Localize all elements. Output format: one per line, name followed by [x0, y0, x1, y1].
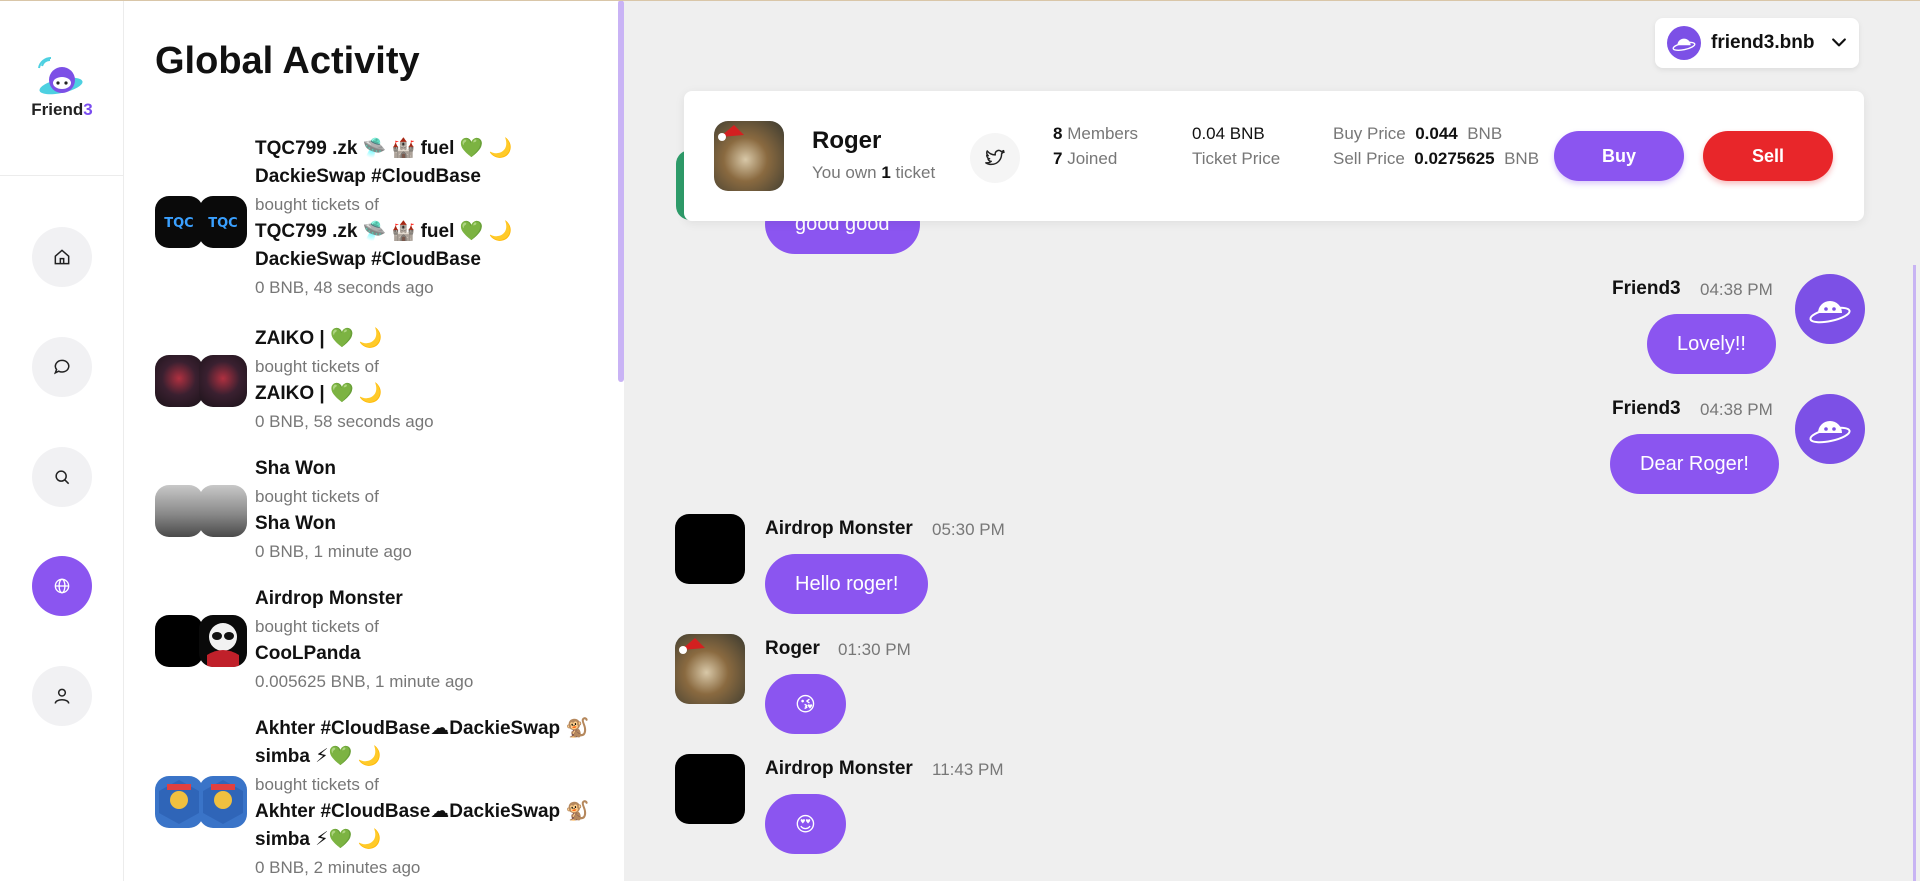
globe-icon: [54, 578, 70, 594]
sell-button[interactable]: Sell: [1703, 131, 1833, 181]
message-sender[interactable]: Roger: [765, 638, 820, 660]
subject-name[interactable]: ZAIKO | 💚 🌙: [255, 380, 615, 408]
friend3-bot-icon: [1672, 38, 1696, 51]
page-title: Global Activity: [155, 40, 420, 82]
message-bubble: Lovely!!: [1647, 314, 1776, 374]
ticket-ownership: You own 1 ticket: [812, 163, 936, 182]
message-sender[interactable]: Friend3: [1612, 278, 1681, 300]
message-sender[interactable]: Airdrop Monster: [765, 758, 913, 780]
svg-text:TQC: TQC: [208, 216, 237, 231]
ticket-price-stat: 0.04 BNB Ticket Price: [1192, 124, 1281, 168]
avatar[interactable]: [675, 754, 745, 824]
avatar: TQC: [199, 196, 247, 248]
activity-action: bought tickets of: [255, 487, 379, 506]
avatar: [199, 615, 247, 667]
message-time: 01:30 PM: [838, 640, 911, 659]
avatar: [155, 776, 203, 828]
message-bubble: 😘: [765, 674, 846, 734]
price-stat: Buy Price 0.044 BNB Sell Price 0.0275625…: [1333, 124, 1540, 168]
message-time: 05:30 PM: [932, 520, 1005, 539]
avatar: [155, 355, 203, 407]
roger-avatar[interactable]: [714, 121, 784, 191]
nav-home-button[interactable]: [32, 227, 92, 287]
subject-name[interactable]: Akhter #CloudBase☁DackieSwap 🐒simba ⚡💚 🌙: [255, 798, 615, 854]
logo[interactable]: Friend3: [0, 0, 124, 176]
svg-text:TQC: TQC: [164, 216, 193, 231]
message-time: 04:38 PM: [1700, 400, 1773, 419]
user-icon: [54, 688, 70, 704]
top-border: [0, 0, 1920, 1]
activity-meta: 0 BNB, 2 minutes ago: [255, 858, 421, 877]
activity-meta: 0 BNB, 58 seconds ago: [255, 412, 434, 431]
activity-meta: 0 BNB, 1 minute ago: [255, 542, 412, 561]
buyer-name[interactable]: Sha Won: [255, 455, 615, 483]
message-time: 04:38 PM: [1700, 280, 1773, 299]
twitter-icon: [985, 149, 1005, 166]
activity-action: bought tickets of: [255, 617, 379, 636]
buyer-name[interactable]: TQC799 .zk 🛸 🏰 fuel 💚 🌙 DackieSwap #Clou…: [255, 135, 615, 191]
buy-button[interactable]: Buy: [1554, 131, 1684, 181]
friend3-bot-icon: [1809, 301, 1851, 324]
avatar: TQC: [155, 196, 203, 248]
activity-action: bought tickets of: [255, 357, 379, 376]
avatar: [199, 355, 247, 407]
friend3-avatar[interactable]: [1795, 274, 1865, 344]
avatar: [199, 485, 247, 537]
subject-name[interactable]: Sha Won: [255, 510, 615, 538]
avatar-pair: [155, 776, 247, 828]
buyer-name[interactable]: Airdrop Monster: [255, 585, 615, 613]
chat-icon: [53, 359, 70, 375]
chat-panel: good good Friend3 04:38 PM Lovely!! Frie…: [624, 0, 1920, 881]
account-name: friend3.bnb: [1711, 32, 1815, 53]
chat-scrollbar[interactable]: [1913, 265, 1916, 881]
nav-rail: Friend3: [0, 0, 124, 881]
message-sender[interactable]: Airdrop Monster: [765, 518, 913, 540]
subject-name[interactable]: TQC799 .zk 🛸 🏰 fuel 💚 🌙 DackieSwap #Clou…: [255, 218, 615, 274]
roger-avatar[interactable]: [675, 634, 745, 704]
message-sender[interactable]: Friend3: [1612, 398, 1681, 420]
avatar-pair: [155, 615, 247, 667]
avatar-pair: TQC TQC: [155, 196, 247, 248]
buyer-name[interactable]: Akhter #CloudBase☁DackieSwap 🐒simba ⚡💚 🌙: [255, 715, 615, 771]
friend3-avatar[interactable]: [1795, 394, 1865, 464]
global-activity-panel: Global Activity TQC TQC TQC799 .zk 🛸 🏰 f…: [125, 0, 622, 881]
search-icon: [55, 470, 70, 485]
chevron-down-icon: [1832, 38, 1846, 47]
message-bubble: Dear Roger!: [1610, 434, 1779, 494]
nav-profile-button[interactable]: [32, 666, 92, 726]
friend3-bot-icon: [1809, 421, 1851, 444]
avatar: [155, 615, 203, 667]
message-bubble: 😍: [765, 794, 846, 854]
activity-meta: 0 BNB, 48 seconds ago: [255, 278, 434, 297]
logo-text: Friend3: [31, 100, 93, 119]
buyer-name[interactable]: ZAIKO | 💚 🌙: [255, 325, 615, 353]
avatar-pair: [155, 355, 247, 407]
members-stat: 8 Members 7 Joined: [1053, 124, 1139, 168]
account-dropdown[interactable]: friend3.bnb: [1655, 18, 1859, 68]
room-info-card: Roger You own 1 ticket 8 Members 7 Joine…: [684, 91, 1864, 221]
twitter-link[interactable]: [970, 133, 1020, 183]
avatar: [199, 776, 247, 828]
avatar[interactable]: [675, 514, 745, 584]
nav-global-button[interactable]: [32, 556, 92, 616]
account-avatar: [1667, 26, 1701, 60]
avatar-pair: [155, 485, 247, 537]
friend3-logo-icon: [38, 56, 83, 95]
home-icon: [54, 249, 70, 265]
message-bubble: Hello roger!: [765, 554, 929, 614]
nav-chat-button[interactable]: [32, 337, 92, 397]
room-title: Roger: [812, 127, 882, 154]
message-time: 11:43 PM: [932, 760, 1004, 779]
nav-search-button[interactable]: [32, 447, 92, 507]
activity-action: bought tickets of: [255, 775, 379, 794]
subject-name[interactable]: CooLPanda: [255, 640, 615, 668]
activity-meta: 0.005625 BNB, 1 minute ago: [255, 672, 474, 691]
activity-action: bought tickets of: [255, 195, 379, 214]
avatar: [155, 485, 203, 537]
